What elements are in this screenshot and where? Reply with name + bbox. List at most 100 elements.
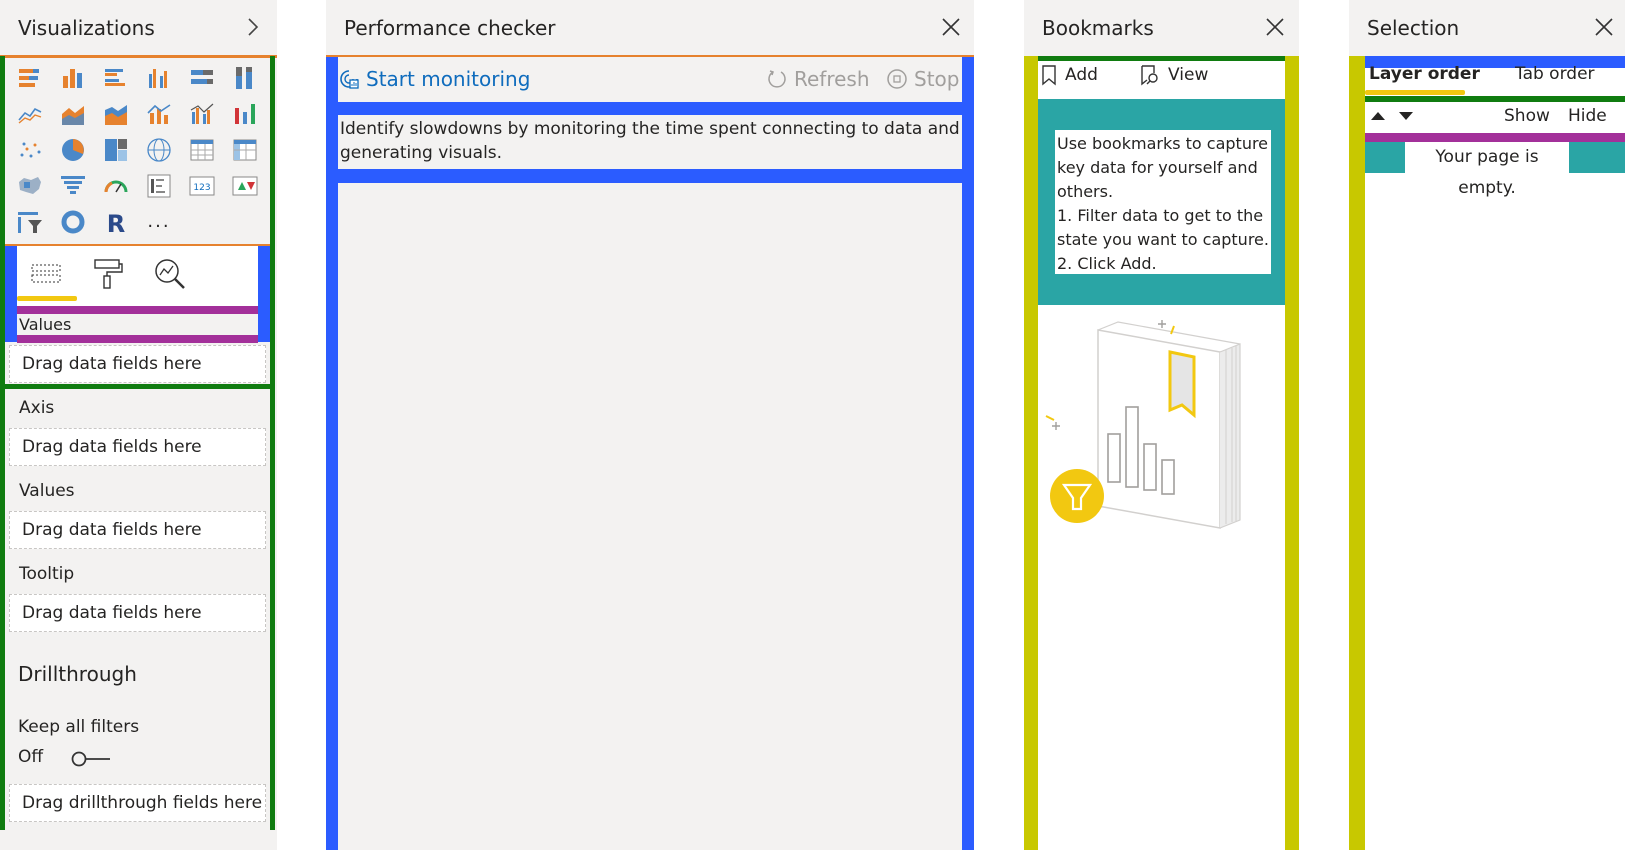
bookmark-illustration-icon — [1045, 320, 1241, 529]
tab-tab-order[interactable]: Tab order — [1515, 64, 1595, 84]
tab-analytics[interactable] — [152, 256, 188, 292]
100pct-column-chart-icon[interactable] — [231, 64, 259, 92]
stop-label: Stop — [914, 67, 960, 91]
values-well-2[interactable]: Drag data fields here — [9, 511, 266, 549]
toggle-state-label: Off — [18, 747, 44, 767]
bookmarks-help-text: Use bookmarks to capture key data for yo… — [1055, 130, 1271, 274]
tab-fields[interactable] — [28, 256, 64, 292]
matrix-icon[interactable] — [231, 136, 259, 164]
svg-text:R: R — [107, 210, 125, 236]
tooltip-well[interactable]: Drag data fields here — [9, 594, 266, 632]
axis-well[interactable]: Drag data fields here — [9, 428, 266, 466]
frame-right-lower — [270, 384, 275, 830]
close-selection-button[interactable] — [1589, 12, 1619, 42]
start-monitoring-button[interactable]: Start monitoring — [338, 66, 530, 92]
area-chart-icon[interactable] — [59, 100, 87, 128]
kpi-icon[interactable] — [231, 172, 259, 200]
performance-header: Performance checker — [326, 0, 974, 55]
view-bookmarks-label: View — [1168, 65, 1209, 85]
tooltip-label: Tooltip — [19, 564, 75, 584]
gauge-icon[interactable] — [102, 172, 130, 200]
keep-filters-label: Keep all filters — [18, 717, 140, 737]
selection-tabs-divider — [1365, 96, 1625, 102]
move-up-button[interactable] — [1369, 108, 1387, 124]
show-button[interactable]: Show — [1504, 106, 1550, 126]
paint-roller-icon — [94, 259, 123, 289]
selection-header: Selection — [1349, 0, 1625, 55]
clustered-column-chart-icon[interactable] — [145, 64, 173, 92]
filled-map-icon[interactable] — [16, 172, 44, 200]
close-performance-button[interactable] — [936, 12, 966, 42]
donut-chart-icon[interactable] — [59, 208, 87, 236]
card-icon[interactable]: 123 — [188, 172, 216, 200]
refresh-button[interactable]: Refresh — [766, 66, 870, 92]
close-icon — [1266, 18, 1284, 36]
drillthrough-well[interactable]: Drag drillthrough fields here — [9, 784, 266, 822]
stop-icon — [887, 69, 907, 89]
frame-left-lower — [0, 384, 5, 830]
active-tab-indicator — [17, 296, 77, 301]
start-monitoring-label: Start monitoring — [366, 67, 531, 91]
line-and-clustered-column-icon[interactable] — [188, 100, 216, 128]
empty-page-message: Your page is empty. — [1405, 142, 1569, 198]
table-icon[interactable] — [188, 136, 216, 164]
active-tab-indicator — [1365, 90, 1465, 95]
pie-chart-icon[interactable] — [59, 136, 87, 164]
view-bookmarks-button[interactable]: View — [1140, 63, 1208, 87]
header-divider — [0, 55, 277, 58]
stacked-column-chart-icon[interactable] — [59, 64, 87, 92]
line-chart-icon[interactable] — [16, 100, 44, 128]
start-monitoring-icon — [340, 70, 359, 89]
values-label: Values — [19, 481, 75, 501]
performance-title: Performance checker — [344, 15, 556, 40]
values-header: Values — [17, 314, 258, 335]
arrow-up-icon — [1371, 112, 1385, 120]
move-down-button[interactable] — [1397, 108, 1415, 124]
ribbon-chart-icon[interactable] — [231, 100, 259, 128]
close-bookmarks-button[interactable] — [1260, 12, 1290, 42]
visualizations-header: Visualizations — [0, 0, 277, 55]
stacked-area-chart-icon[interactable] — [102, 100, 130, 128]
selection-list-band — [1365, 133, 1625, 142]
map-icon[interactable] — [145, 136, 173, 164]
collapse-pane-button[interactable] — [238, 12, 268, 42]
bookmarks-left-band — [1024, 56, 1038, 850]
add-bookmark-button[interactable]: Add — [1041, 63, 1098, 87]
fields-well-icon — [31, 264, 61, 283]
clustered-bar-chart-icon[interactable] — [102, 64, 130, 92]
multi-row-card-icon[interactable] — [145, 172, 173, 200]
keep-filters-toggle[interactable] — [70, 750, 112, 768]
perf-results-area — [338, 183, 962, 850]
visualizations-title: Visualizations — [18, 15, 155, 40]
slicer-icon[interactable] — [16, 208, 44, 236]
values-band-bottom — [17, 335, 258, 343]
treemap-icon[interactable] — [102, 136, 130, 164]
more-visuals-icon[interactable]: ... — [145, 208, 173, 236]
stacked-bar-chart-icon[interactable] — [16, 64, 44, 92]
refresh-icon — [768, 70, 786, 88]
stop-button[interactable]: Stop — [886, 66, 959, 92]
values-well-1[interactable]: Drag data fields here — [9, 345, 266, 383]
100pct-bar-chart-icon[interactable] — [188, 64, 216, 92]
svg-text:123: 123 — [193, 183, 210, 193]
scatter-chart-icon[interactable] — [16, 136, 44, 164]
visualizations-pane: Visualizations 123 R ... Values Drag dat… — [0, 0, 277, 850]
bookmark-add-icon — [1042, 65, 1056, 86]
selection-title: Selection — [1367, 15, 1460, 40]
axis-label: Axis — [19, 398, 55, 418]
bookmarks-pane: Bookmarks Add View Use bookmarks to capt… — [1024, 0, 1299, 850]
tab-layer-order[interactable]: Layer order — [1369, 64, 1480, 84]
frame-right — [270, 56, 275, 386]
close-icon — [942, 18, 960, 36]
line-and-column-chart-icon[interactable] — [145, 100, 173, 128]
bookmarks-right-band — [1285, 56, 1299, 850]
performance-pane: Performance checker Start monitoring Ref… — [326, 0, 974, 850]
toggle-off-icon — [71, 751, 110, 767]
r-visual-icon[interactable]: R — [102, 208, 130, 236]
hide-button[interactable]: Hide — [1568, 106, 1607, 126]
close-icon — [1595, 18, 1613, 36]
bookmarks-title: Bookmarks — [1042, 15, 1154, 40]
tab-format[interactable] — [90, 256, 126, 292]
funnel-chart-icon[interactable] — [59, 172, 87, 200]
bookmarks-header: Bookmarks — [1024, 0, 1299, 55]
